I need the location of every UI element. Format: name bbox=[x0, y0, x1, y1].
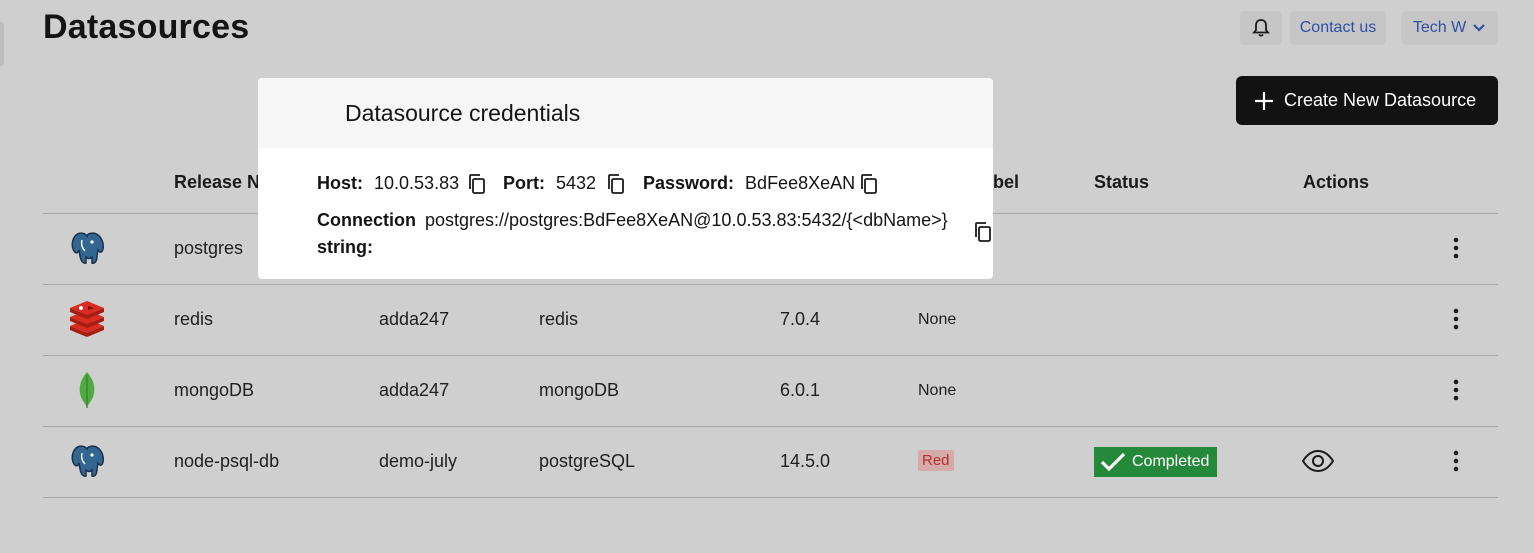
status-label: Completed bbox=[1132, 453, 1210, 470]
port-label: Port: bbox=[503, 173, 545, 193]
plus-icon bbox=[1255, 91, 1273, 110]
version: 6.0.1 bbox=[780, 380, 821, 400]
password-field: Password: BdFee8XeAN bbox=[643, 173, 855, 194]
sidebar-collapse-tab[interactable] bbox=[0, 22, 4, 66]
redis-logo-icon bbox=[70, 301, 104, 337]
copy-icon[interactable] bbox=[859, 173, 879, 195]
port-value: 5432 bbox=[556, 173, 597, 193]
table-divider bbox=[43, 355, 1498, 356]
label-value: None bbox=[918, 382, 957, 399]
copy-icon[interactable] bbox=[973, 221, 993, 243]
release-name: redis bbox=[174, 309, 214, 329]
create-datasource-label: Create New Datasource bbox=[1284, 90, 1477, 110]
connection-string-value: postgres://postgres:BdFee8XeAN@10.0.53.8… bbox=[425, 210, 948, 230]
project-name: adda247 bbox=[379, 309, 450, 329]
postgres-elephant-icon bbox=[71, 445, 104, 477]
project-name: adda247 bbox=[379, 380, 450, 400]
chevron-down-icon bbox=[1473, 24, 1485, 32]
modal-title: Datasource credentials bbox=[345, 100, 581, 126]
copy-icon[interactable] bbox=[467, 173, 487, 195]
release-name: mongoDB bbox=[174, 380, 255, 400]
password-value: BdFee8XeAN bbox=[745, 173, 856, 193]
copy-icon[interactable] bbox=[606, 173, 626, 195]
notifications-button[interactable] bbox=[1240, 11, 1282, 45]
host-value: 10.0.53.83 bbox=[374, 173, 460, 193]
label-badge: Red bbox=[918, 450, 954, 471]
row-menu-icon[interactable] bbox=[1446, 308, 1466, 330]
release-name: node-psql-db bbox=[174, 451, 280, 471]
column-header-status[interactable]: Status bbox=[1094, 172, 1149, 193]
create-datasource-button[interactable]: Create New Datasource bbox=[1236, 76, 1498, 125]
column-header-actions: Actions bbox=[1303, 172, 1370, 192]
connection-string-label: Connection string: bbox=[317, 210, 416, 257]
org-switcher-label: Tech W bbox=[1412, 19, 1467, 36]
postgres-elephant-icon bbox=[71, 232, 104, 264]
column-header-release[interactable]: Release N bbox=[174, 172, 260, 193]
table-divider bbox=[43, 284, 1498, 285]
datasource-type: redis bbox=[539, 309, 579, 329]
version: 7.0.4 bbox=[780, 309, 821, 329]
page-title: Datasources bbox=[43, 8, 250, 46]
datasource-type: mongoDB bbox=[539, 380, 620, 400]
port-field: Port: 5432 bbox=[503, 173, 596, 194]
label-value: None bbox=[918, 311, 957, 328]
status-badge: Completed bbox=[1094, 447, 1217, 477]
table-divider bbox=[43, 426, 1498, 427]
datasource-type: postgreSQL bbox=[539, 451, 636, 471]
release-name: postgres bbox=[174, 238, 244, 258]
table-divider bbox=[43, 497, 1498, 498]
bell-icon bbox=[1252, 19, 1270, 37]
column-header-label[interactable]: bel bbox=[993, 172, 1019, 193]
password-label: Password: bbox=[643, 173, 735, 193]
contact-us-link[interactable]: Contact us bbox=[1290, 11, 1386, 45]
mongodb-leaf-icon bbox=[79, 372, 95, 408]
row-menu-icon[interactable] bbox=[1446, 379, 1466, 401]
org-switcher[interactable]: Tech W bbox=[1401, 11, 1498, 45]
credentials-modal: Datasource credentials Host: 10.0.53.83 … bbox=[258, 78, 993, 279]
modal-header: Datasource credentials bbox=[258, 78, 993, 148]
project-name: demo-july bbox=[379, 451, 458, 471]
version: 14.5.0 bbox=[780, 451, 831, 471]
row-menu-icon[interactable] bbox=[1446, 450, 1466, 472]
host-field: Host: 10.0.53.83 bbox=[317, 173, 459, 194]
checkmark-icon bbox=[1100, 452, 1126, 472]
host-label: Host: bbox=[317, 173, 363, 193]
row-menu-icon[interactable] bbox=[1446, 237, 1466, 259]
eye-icon[interactable] bbox=[1302, 450, 1334, 472]
